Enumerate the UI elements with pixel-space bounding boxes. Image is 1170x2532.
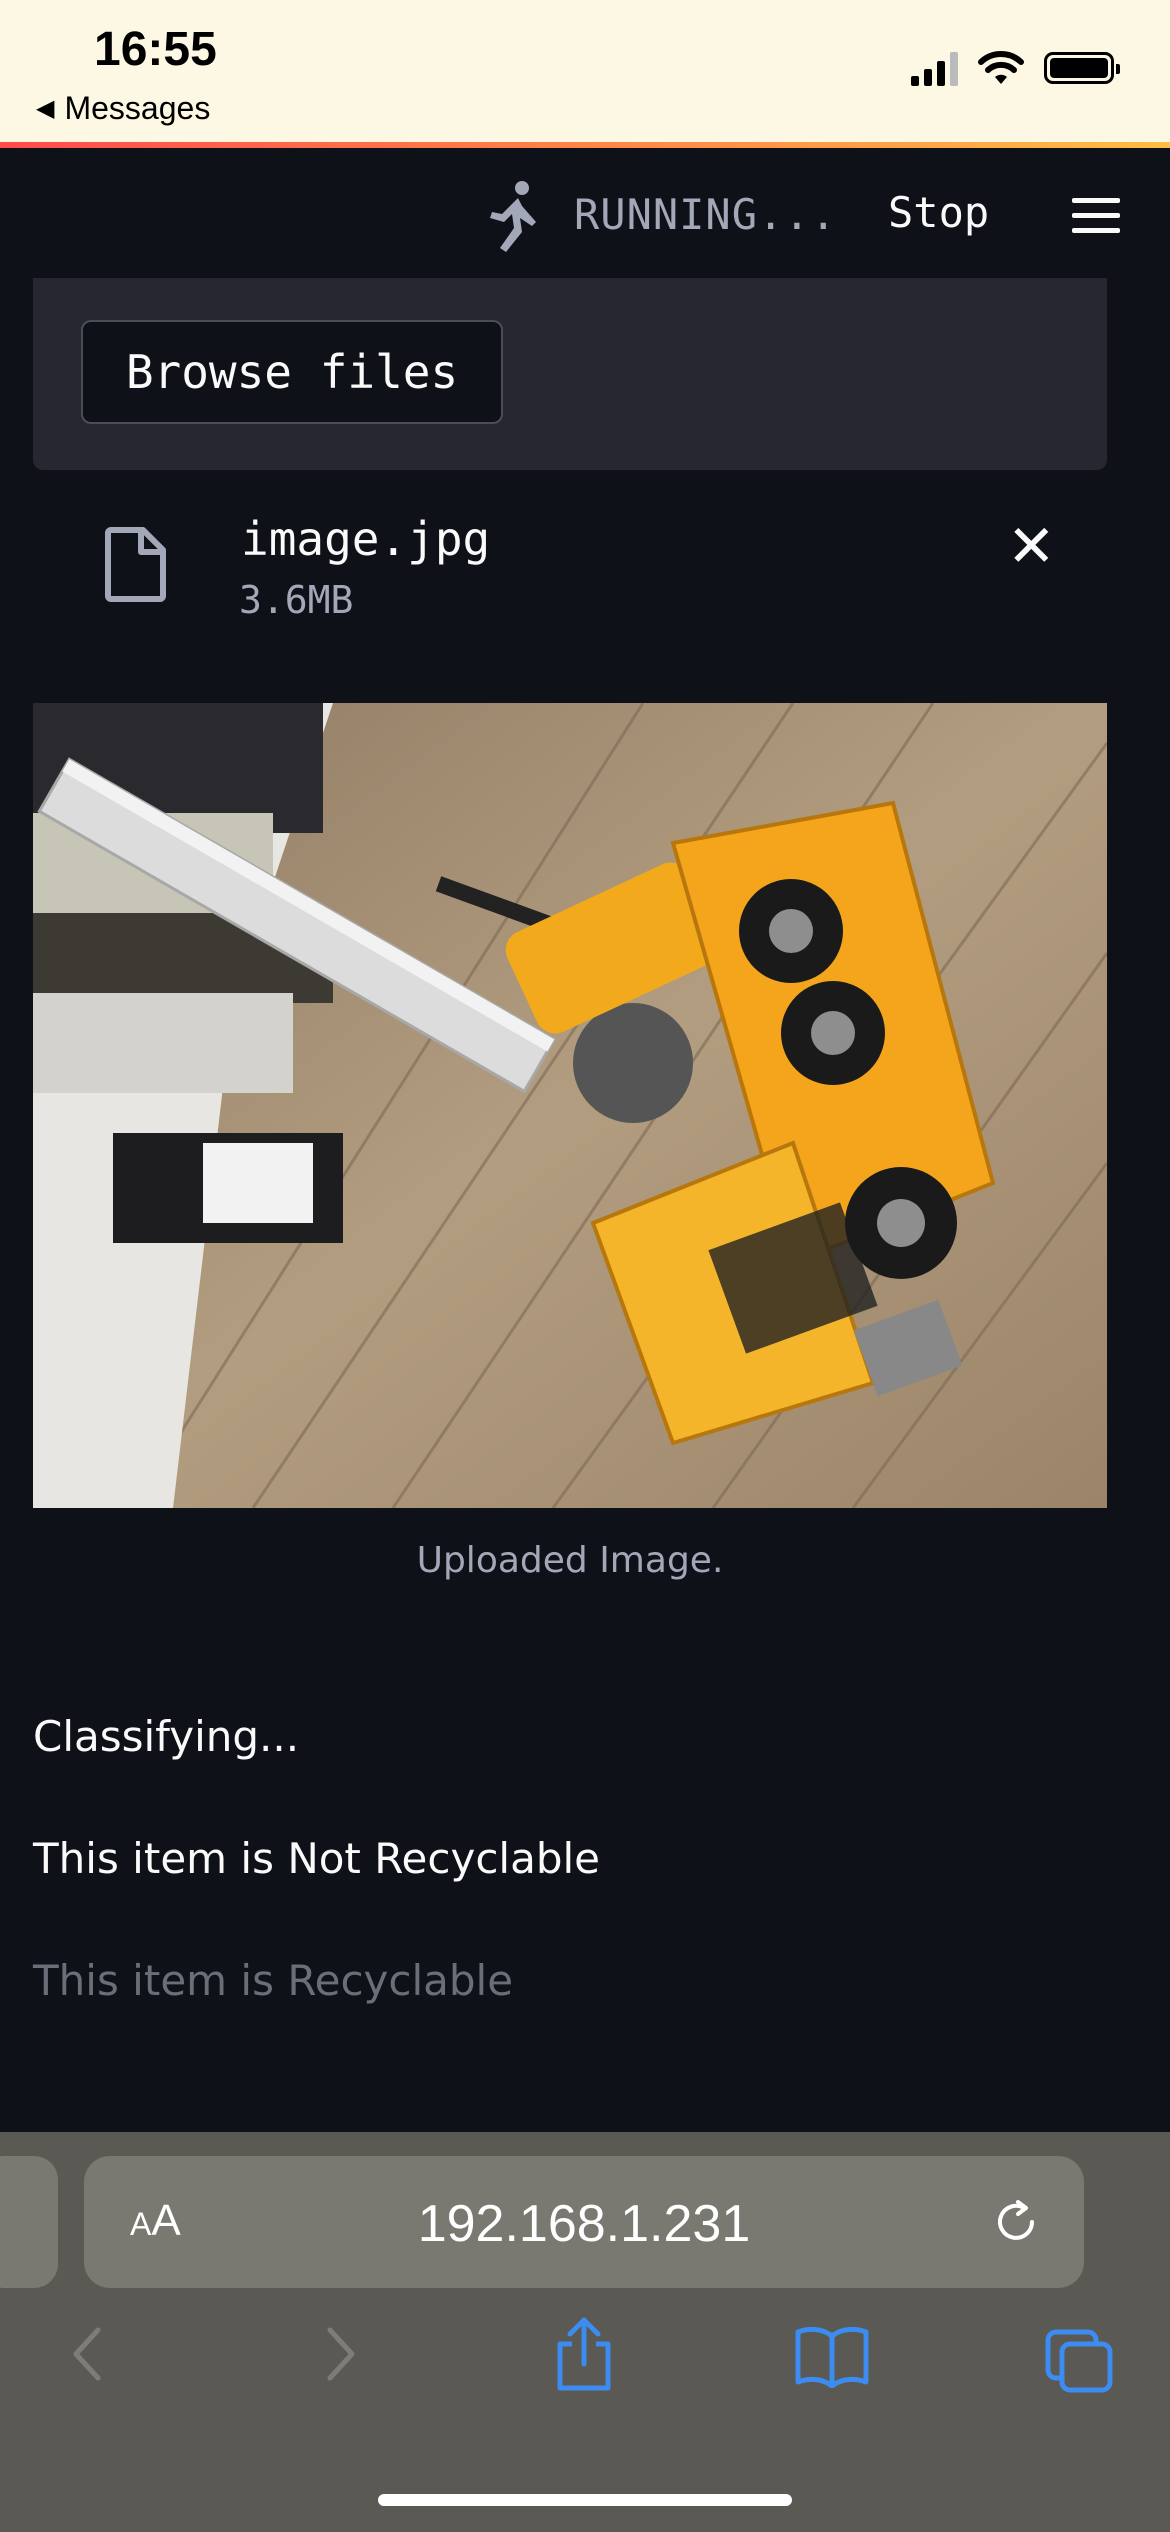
back-to-messages-link[interactable]: ◀ Messages [36, 90, 210, 127]
toy-crane-photo [33, 703, 1107, 1508]
app-header: RUNNING... Stop [0, 148, 1170, 278]
status-bar: 16:55 ◀ Messages [0, 0, 1170, 142]
not-recyclable-result: This item is Not Recyclable [33, 1834, 600, 1883]
share-icon[interactable] [552, 2316, 616, 2392]
home-indicator[interactable] [378, 2494, 792, 2506]
address-bar[interactable]: AAAA 192.168.1.231 [84, 2156, 1084, 2288]
file-size: 3.6MB [239, 578, 354, 622]
file-dropzone[interactable]: Browse files [33, 278, 1107, 470]
browse-files-button[interactable]: Browse files [81, 320, 503, 424]
wifi-icon [978, 51, 1024, 84]
forward-icon[interactable] [320, 2324, 360, 2384]
back-arrow-icon: ◀ [36, 95, 55, 122]
cellular-signal-icon [911, 50, 958, 86]
file-name: image.jpg [241, 512, 491, 566]
safari-bottom-bar: AAAA 192.168.1.231 [0, 2132, 1170, 2532]
uploaded-file-row: image.jpg 3.6MB ✕ [33, 500, 1107, 640]
url-text: 192.168.1.231 [417, 2195, 751, 2253]
back-icon[interactable] [68, 2324, 108, 2384]
stop-button[interactable]: Stop [888, 188, 989, 237]
file-icon [105, 527, 166, 602]
back-label: Messages [64, 90, 211, 126]
tabs-icon[interactable] [1044, 2328, 1114, 2394]
reload-icon[interactable] [988, 2194, 1044, 2250]
image-caption: Uploaded Image. [416, 1540, 724, 1581]
running-man-icon [490, 181, 536, 252]
status-indicators [911, 50, 1120, 86]
status-time: 16:55 [94, 23, 217, 76]
battery-icon [1044, 52, 1120, 84]
remove-file-close-icon[interactable]: ✕ [1007, 518, 1056, 576]
recyclable-result: This item is Recyclable [33, 1956, 514, 2005]
uploaded-image [33, 703, 1107, 1508]
classifying-status: Classifying... [33, 1712, 300, 1761]
previous-tab-preview[interactable] [0, 2156, 58, 2288]
hamburger-menu-icon[interactable] [1072, 198, 1120, 234]
running-status: RUNNING... [574, 190, 837, 239]
bookmarks-icon[interactable] [794, 2324, 870, 2388]
